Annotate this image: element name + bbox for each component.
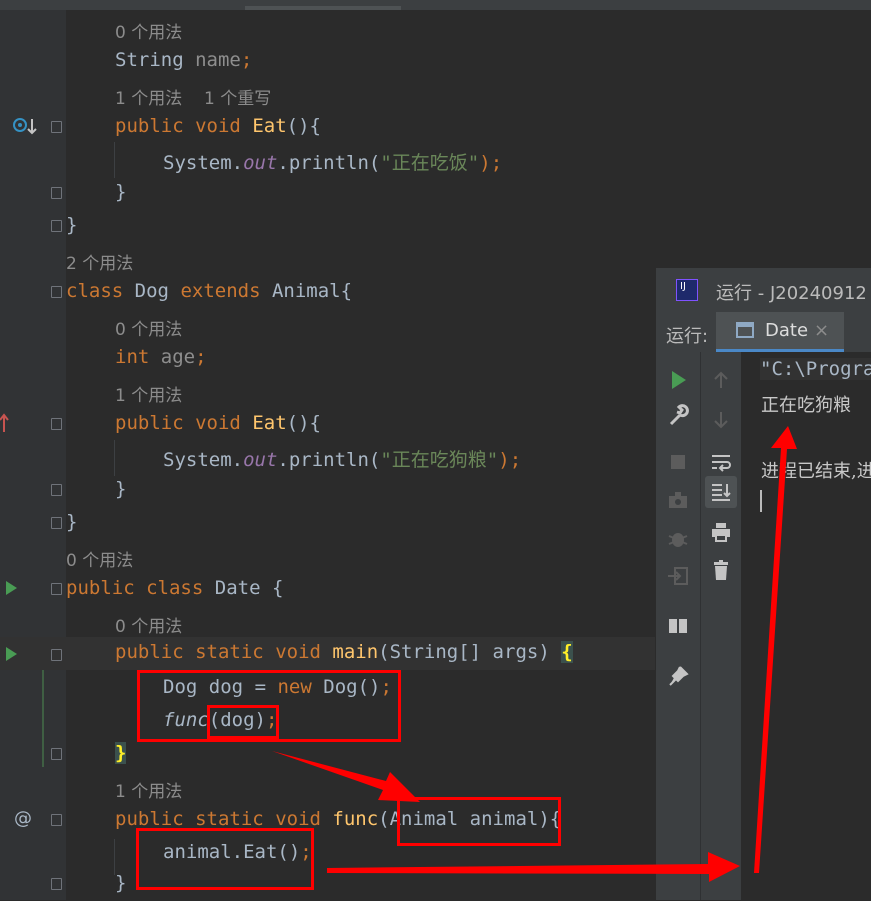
arrow-dog-to-animal-icon (272, 751, 420, 802)
arrow-console-output-icon (754, 426, 797, 873)
annotation-arrows (272, 426, 797, 882)
arrow-eat-to-console-icon (327, 852, 740, 882)
